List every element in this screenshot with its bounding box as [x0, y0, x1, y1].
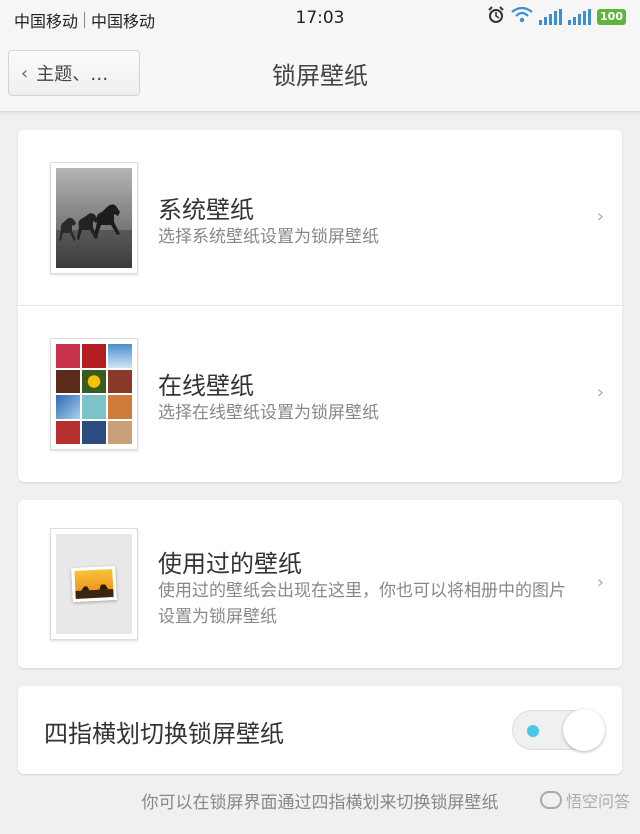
signal-icon-2 — [568, 9, 592, 25]
wallpaper-source-card: 系统壁纸 选择系统壁纸设置为锁屏壁纸 › 在线壁纸 选择在线壁纸设置为锁屏壁纸 — [18, 130, 622, 482]
row-subtitle: 选择在线壁纸设置为锁屏壁纸 — [158, 403, 379, 423]
row-subtitle: 选择系统壁纸设置为锁屏壁纸 — [158, 227, 379, 247]
status-bar: 中国移动 中国移动 17:03 100 — [0, 0, 640, 34]
signal-icon-1 — [539, 9, 563, 25]
speech-bubble-icon — [539, 791, 562, 809]
chevron-right-icon: › — [596, 206, 604, 227]
four-finger-swipe-toggle[interactable] — [512, 709, 605, 751]
horses-image — [56, 168, 132, 268]
four-finger-swipe-card: 四指横划切换锁屏壁纸 — [18, 686, 622, 774]
page-title: 锁屏壁纸 — [272, 62, 368, 90]
toggle-indicator-dot — [527, 725, 539, 737]
photo-collage-thumbnail — [50, 338, 138, 450]
used-wallpaper-placeholder — [56, 534, 132, 634]
list-item-online-wallpaper[interactable]: 在线壁纸 选择在线壁纸设置为锁屏壁纸 › — [18, 306, 622, 482]
list-item-used-wallpaper[interactable]: 使用过的壁纸 使用过的壁纸会出现在这里，你也可以将相册中的图片设置为锁屏壁纸 › — [18, 500, 622, 668]
row-title: 在线壁纸 — [158, 372, 254, 400]
row-subtitle: 使用过的壁纸会出现在这里，你也可以将相册中的图片设置为锁屏壁纸 — [158, 581, 566, 627]
list-item-system-wallpaper[interactable]: 系统壁纸 选择系统壁纸设置为锁屏壁纸 › — [18, 130, 622, 306]
wifi-icon — [511, 6, 533, 27]
horses-photo-thumbnail — [50, 162, 138, 274]
used-wallpaper-card: 使用过的壁纸 使用过的壁纸会出现在这里，你也可以将相册中的图片设置为锁屏壁纸 › — [18, 500, 622, 668]
alarm-icon — [487, 6, 505, 28]
title-bar: ‹ 主题、… 锁屏壁纸 — [0, 34, 640, 112]
chevron-right-icon: › — [596, 572, 604, 593]
watermark: 悟空问答 — [539, 788, 630, 812]
four-finger-swipe-label: 四指横划切换锁屏壁纸 — [44, 720, 284, 748]
battery-icon: 100 — [597, 9, 626, 25]
collage-image — [56, 344, 132, 444]
watermark-text: 悟空问答 — [565, 792, 630, 811]
row-title: 系统壁纸 — [158, 196, 254, 224]
chevron-right-icon: › — [596, 382, 604, 403]
status-icons: 100 — [487, 6, 626, 28]
used-wallpaper-thumbnail — [50, 528, 138, 640]
sunset-photo-icon — [71, 565, 117, 603]
row-title: 使用过的壁纸 — [158, 550, 302, 578]
toggle-knob[interactable] — [563, 709, 605, 751]
